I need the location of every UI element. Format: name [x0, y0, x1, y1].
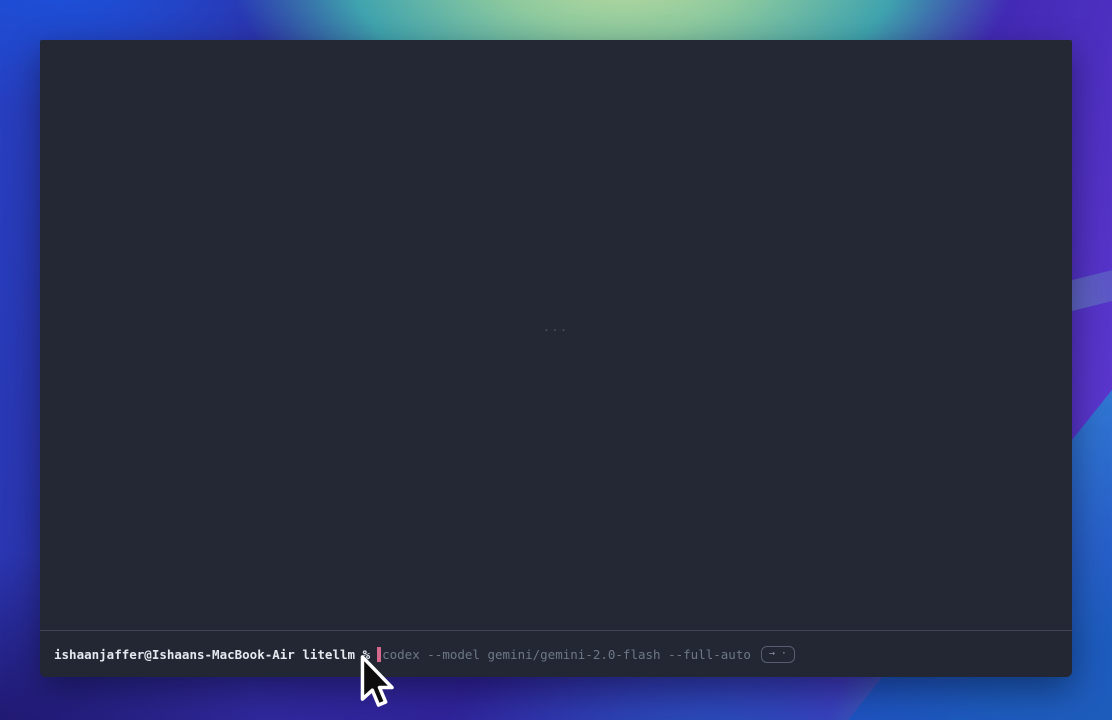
prompt-symbol: % [363, 647, 371, 662]
autosuggestion-text: codex --model gemini/gemini-2.0-flash --… [382, 647, 751, 662]
terminal-output-area: ··· [40, 40, 1072, 630]
loading-indicator: ··· [543, 324, 569, 337]
desktop-wallpaper: ··· ishaanjaffer@Ishaans-MacBook-Air lit… [0, 0, 1112, 720]
prompt-directory: litellm [302, 647, 355, 662]
prompt-user-host: ishaanjaffer@Ishaans-MacBook-Air [54, 647, 295, 662]
command-input-bar[interactable]: ishaanjaffer@Ishaans-MacBook-Air litellm… [40, 631, 1072, 677]
terminal-window[interactable]: ··· ishaanjaffer@Ishaans-MacBook-Air lit… [40, 40, 1072, 677]
prompt-space [295, 647, 303, 662]
text-cursor [377, 647, 381, 662]
accept-suggestion-hint-badge[interactable]: → · [761, 646, 795, 663]
prompt-space [355, 647, 363, 662]
